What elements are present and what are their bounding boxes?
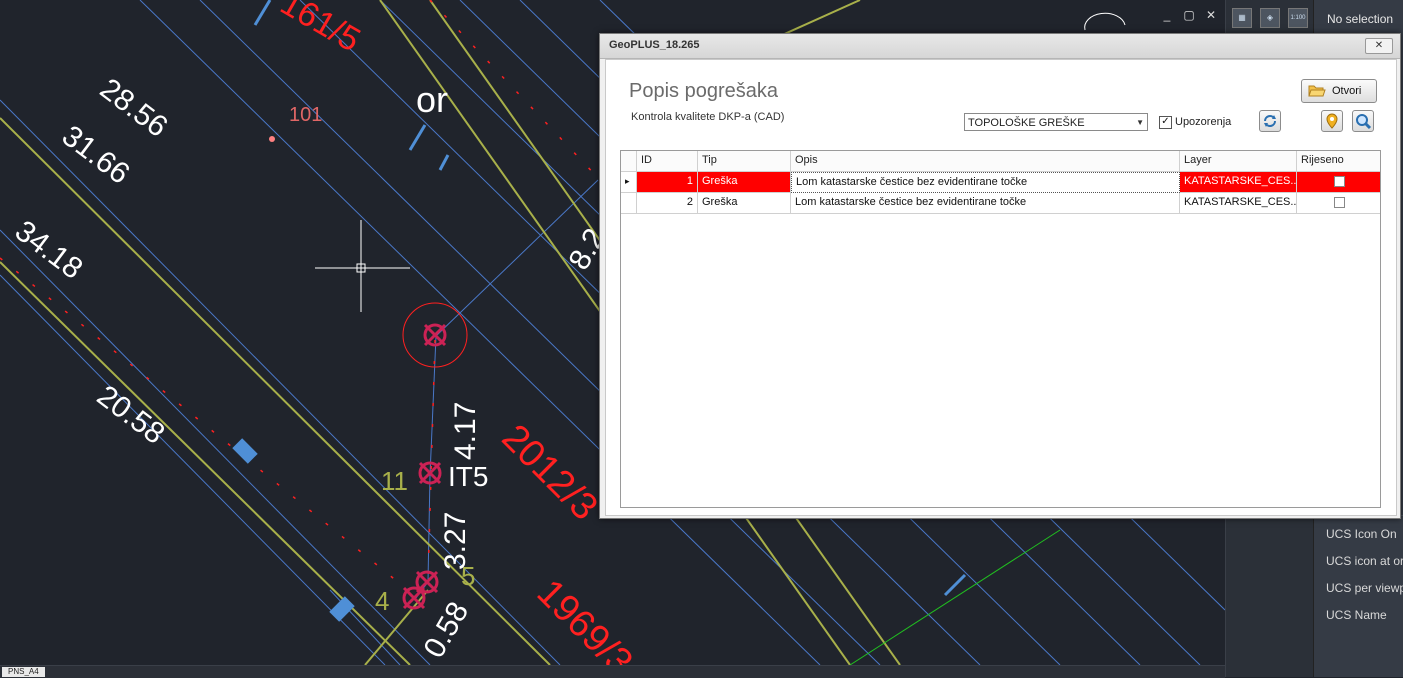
viewport-icon[interactable]: ▦ <box>1232 8 1252 28</box>
scale-icon[interactable]: 1:100 <box>1288 8 1308 28</box>
row-indicator[interactable]: ▸ <box>621 172 637 193</box>
folder-open-icon <box>1308 85 1326 97</box>
table-cell-layer[interactable]: KATASTARSKE_CES... <box>1180 193 1297 214</box>
refresh-button[interactable] <box>1259 110 1281 132</box>
arc-shape <box>1084 12 1126 31</box>
dimension-label: 0.58 <box>417 596 475 663</box>
dimension-label: 34.18 <box>9 214 89 286</box>
dialog-heading: Popis pogrešaka <box>629 80 778 102</box>
zoom-button[interactable] <box>1352 110 1374 132</box>
window-controls: _ ▢ ✕ <box>1160 8 1218 22</box>
error-type-select[interactable]: TOPOLOŠKE GREŠKE ▼ <box>964 113 1148 131</box>
warnings-label: Upozorenja <box>1175 116 1232 128</box>
property-item[interactable]: UCS per viewpo <box>1326 581 1403 595</box>
error-type-value: TOPOLOŠKE GREŠKE <box>968 117 1085 129</box>
errors-grid[interactable]: ID Tip Opis Layer Rijeseno ▸ 1 Greška Lo… <box>620 150 1381 508</box>
table-cell-rijeseno[interactable] <box>1297 172 1380 193</box>
column-header-layer[interactable]: Layer <box>1180 151 1297 172</box>
table-cell-rijeseno[interactable] <box>1297 193 1380 214</box>
table-cell-id[interactable]: 2 <box>637 193 698 214</box>
table-cell-layer[interactable]: KATASTARSKE_CES... <box>1180 172 1297 193</box>
dimension-label: 4.17 <box>449 402 482 460</box>
table-cell-opis[interactable]: Lom katastarske čestice bez evidentirane… <box>791 193 1180 214</box>
map-pin-icon <box>1326 113 1338 129</box>
selection-status[interactable]: No selection <box>1327 12 1393 26</box>
small-block <box>329 596 355 622</box>
column-header-opis[interactable]: Opis <box>791 151 1180 172</box>
dimension-label: 31.66 <box>56 119 136 191</box>
locate-button[interactable] <box>1321 110 1343 132</box>
magnifier-icon <box>1356 114 1372 130</box>
row-indicator[interactable] <box>621 193 637 214</box>
open-button-label: Otvori <box>1332 85 1362 97</box>
dialog-close-button[interactable]: ✕ <box>1365 38 1393 54</box>
row-header-corner <box>621 151 637 172</box>
column-header-rijeseno[interactable]: Rijeseno <box>1297 151 1380 172</box>
small-block <box>232 438 258 464</box>
text-label: or <box>416 79 448 120</box>
dialog-body: Popis pogrešaka Kontrola kvalitete DKP-a… <box>605 59 1397 516</box>
open-button[interactable]: Otvori <box>1301 79 1377 103</box>
ucs-icon[interactable]: ◈ <box>1260 8 1280 28</box>
table-cell-tip[interactable]: Greška <box>698 172 791 193</box>
property-item[interactable]: UCS Name <box>1326 608 1387 622</box>
layout-tab-bar: PNS_A4 <box>0 665 1225 678</box>
geoplus-dialog: GeoPLUS_18.265 ✕ Popis pogrešaka Kontrol… <box>599 33 1401 519</box>
point-label: 5 <box>461 561 475 591</box>
parcel-label: 1969/3 <box>529 572 641 665</box>
dashed-lines <box>0 0 601 601</box>
parcel-label: 161/5 <box>274 0 367 59</box>
table-cell-opis[interactable]: Lom katastarske čestice bez evidentirane… <box>791 172 1180 193</box>
point-101-marker <box>269 136 275 142</box>
parcel-label: 2012/3 <box>494 417 606 529</box>
column-header-id[interactable]: ID <box>637 151 698 172</box>
refresh-icon <box>1264 115 1276 127</box>
resolved-checkbox[interactable] <box>1334 176 1345 187</box>
restore-button[interactable]: ▢ <box>1182 8 1196 22</box>
minimize-button[interactable]: _ <box>1160 8 1174 22</box>
chevron-down-icon[interactable]: ▼ <box>1136 114 1144 132</box>
crosshair-cursor <box>315 220 410 312</box>
dialog-title: GeoPLUS_18.265 <box>609 39 700 51</box>
warnings-checkbox[interactable]: ✓ <box>1159 116 1172 129</box>
table-cell-tip[interactable]: Greška <box>698 193 791 214</box>
layout-tab[interactable]: PNS_A4 <box>2 667 45 677</box>
dimension-label: 28.56 <box>94 72 174 144</box>
green-line <box>849 529 1061 665</box>
close-button[interactable]: ✕ <box>1204 8 1218 22</box>
point-label: 4 <box>375 586 389 616</box>
point-label: 101 <box>289 104 322 126</box>
property-item[interactable]: UCS icon at ori <box>1326 554 1403 568</box>
resolved-checkbox[interactable] <box>1334 197 1345 208</box>
property-item[interactable]: UCS Icon On <box>1326 527 1397 541</box>
point-label: IT5 <box>448 461 488 492</box>
dialog-subheading: Kontrola kvalitete DKP-a (CAD) <box>631 111 785 123</box>
column-header-tip[interactable]: Tip <box>698 151 791 172</box>
table-cell-id[interactable]: 1 <box>637 172 698 193</box>
dialog-titlebar[interactable]: GeoPLUS_18.265 ✕ <box>600 34 1400 59</box>
point-label: 11 <box>381 466 408 496</box>
